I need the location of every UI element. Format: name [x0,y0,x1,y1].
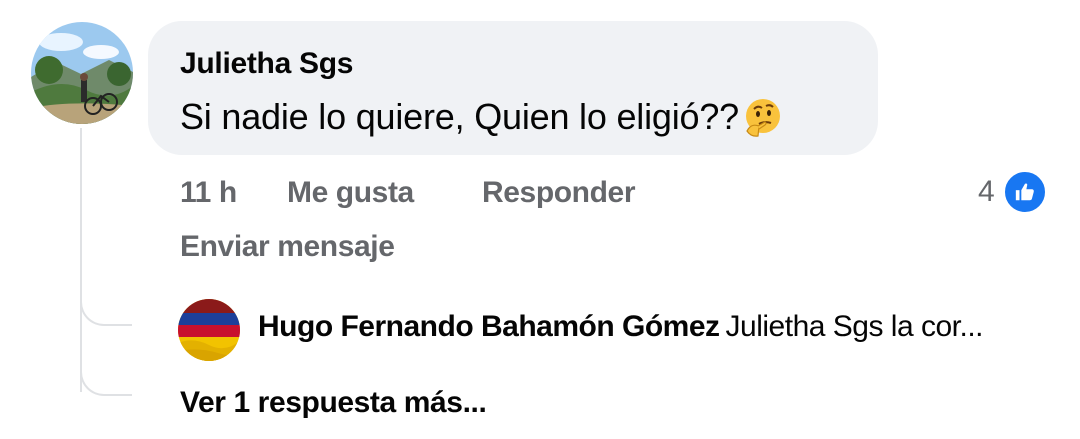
more-replies-connector-curve [80,366,132,396]
comment-text-row: Si nadie lo quiere, Quien lo eligió?? [180,95,878,139]
thread-connector-line [80,128,82,392]
commenter-avatar[interactable] [31,22,133,124]
comment-timestamp[interactable]: 11 h [180,176,237,210]
thumbs-up-icon [1002,170,1047,214]
reply-author-avatar[interactable] [178,299,240,361]
reply-connector-curve [80,296,132,326]
send-message-button[interactable]: Enviar mensaje [180,230,395,264]
reply-preview-text: Julietha Sgs la cor... [725,310,984,343]
thinking-face-emoji-icon [741,95,785,139]
comment-bubble: Julietha Sgs Si nadie lo quiere, Quien l… [148,21,878,155]
reply-button[interactable]: Responder [482,176,636,210]
like-button[interactable]: Me gusta [287,176,414,210]
comment-author[interactable]: Julietha Sgs [180,45,878,83]
reaction-summary[interactable]: 4 [978,170,1047,214]
reaction-count: 4 [978,175,995,208]
comment-text: Si nadie lo quiere, Quien lo eligió?? [180,96,739,137]
reply-author-name[interactable]: Hugo Fernando Bahamón Gómez [258,310,720,343]
view-more-replies-link[interactable]: Ver 1 respuesta más... [180,386,487,420]
reply-preview[interactable]: Hugo Fernando Bahamón Gómez Julietha Sgs … [258,310,984,344]
